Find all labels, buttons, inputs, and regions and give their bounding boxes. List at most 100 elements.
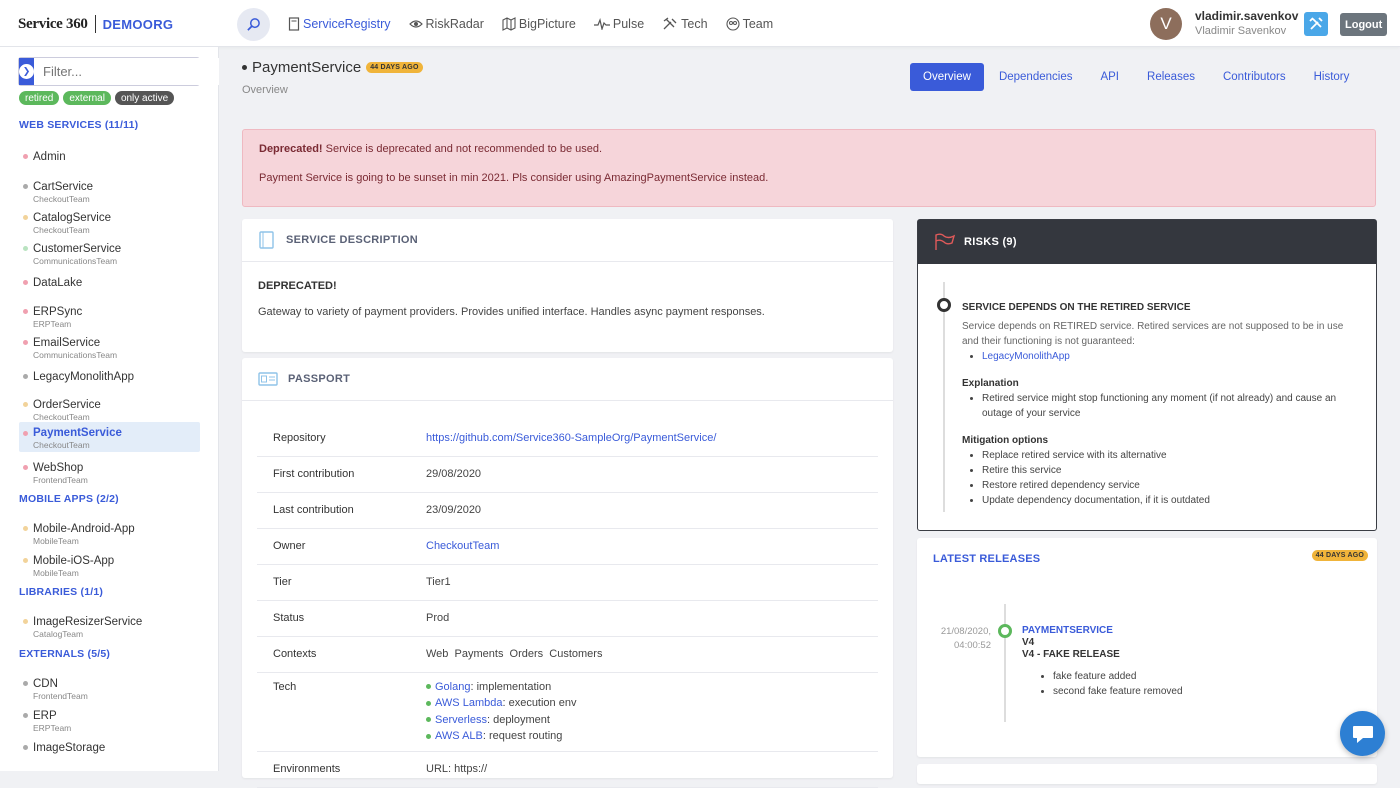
risk-deps: LegacyMonolithApp [962,349,1362,364]
tab-overview[interactable]: Overview [910,63,984,91]
dependency-link[interactable]: LegacyMonolithApp [982,351,1070,362]
sidebar-item-admin[interactable]: Admin [19,148,200,166]
filter-toggle-button[interactable]: ❯ [19,58,34,85]
nav-label: Tech [681,17,708,31]
latest-releases-panel: LATEST RELEASES 44 DAYS AGO 21/08/2020, … [917,538,1377,757]
release-date-day: 21/08/2020, [940,626,991,637]
sidebar-item-imageresizerservice[interactable]: ImageResizerService CatalogTeam [19,613,200,644]
risks-panel: RISKS (9) SERVICE DEPENDS ON THE RETIRED… [917,219,1377,531]
sidebar-section-title[interactable]: EXTERNALS (5/5) [19,648,110,660]
nav-label: ServiceRegistry [303,17,391,31]
description-text: Gateway to variety of payment providers.… [258,306,765,318]
logout-button[interactable]: Logout [1340,13,1388,36]
sidebar-item-mobile-ios-app[interactable]: Mobile-iOS-App MobileTeam [19,552,200,583]
passport-key: Owner [257,528,426,565]
chat-icon [1352,725,1373,743]
status-dot [23,681,28,686]
sidebar-item-emailservice[interactable]: EmailService CommunicationsTeam [19,334,200,365]
status-dot [426,684,431,690]
document-icon [288,17,300,31]
sidebar-item-cartservice[interactable]: CartService CheckoutTeam [19,178,200,209]
nav-serviceregistry[interactable]: ServiceRegistry [288,17,391,31]
nav-team[interactable]: Team [726,17,774,31]
user-menu[interactable]: V vladimir.savenkov Vladimir Savenkov [1150,8,1298,40]
sidebar-item-catalogservice[interactable]: CatalogService CheckoutTeam [19,209,200,240]
logo-divider [94,15,96,33]
sidebar-item-team: CatalogTeam [33,629,84,639]
status-dot [23,745,28,750]
passport-row: Environments URL: https:// [257,751,878,788]
sidebar-item-erpsync[interactable]: ERPSync ERPTeam [19,303,200,334]
sidebar-item-label: ImageResizerService [33,616,143,628]
nav-bigpicture[interactable]: BigPicture [502,17,576,31]
pulse-icon [593,18,610,30]
release-date-time: 04:00:52 [954,640,991,651]
sidebar-item-team: FrontendTeam [33,475,88,485]
tab-history[interactable]: History [1301,63,1363,91]
sidebar-item-mobile-android-app[interactable]: Mobile-Android-App MobileTeam [19,520,200,551]
release-name: V4 - FAKE RELEASE [1022,649,1120,660]
nav-label: Team [742,17,774,31]
status-dot [426,700,431,706]
passport-link[interactable]: CheckoutTeam [426,540,499,552]
nav-riskradar[interactable]: RiskRadar [408,17,484,31]
sidebar-item-datalake[interactable]: DataLake [19,274,200,292]
nav-pulse[interactable]: Pulse [593,17,644,31]
nav-label: BigPicture [518,17,576,31]
tech-link[interactable]: Golang [435,679,470,696]
sidebar-item-paymentservice[interactable]: PaymentService CheckoutTeam [19,422,200,452]
sidebar-item-team: CheckoutTeam [33,440,90,450]
sidebar-item-webshop[interactable]: WebShop FrontendTeam [19,459,200,490]
sidebar-section-title[interactable]: WEB SERVICES (11/11) [19,119,138,131]
sidebar-item-label: ImageStorage [33,742,106,754]
search-button[interactable] [237,8,270,41]
sidebar-item-team: CommunicationsTeam [33,256,118,266]
sidebar-item-team: MobileTeam [33,568,79,578]
passport-key: Status [257,600,426,637]
panel-header: PASSPORT [242,358,893,401]
tech-link[interactable]: AWS Lambda [435,695,502,712]
logo[interactable]: Service 360 DEMOORG [18,12,173,36]
chat-button[interactable] [1340,711,1385,756]
sidebar-item-label: DataLake [33,277,83,289]
tab-dependencies[interactable]: Dependencies [986,63,1086,91]
alert-line-2: Payment Service is going to be sunset in… [259,172,769,184]
sidebar-item-label: CustomerService [33,243,122,255]
chip-retired[interactable]: retired [19,91,60,105]
sidebar-item-legacymonolithapp[interactable]: LegacyMonolithApp [19,368,200,386]
id-card-icon [258,372,278,386]
tab-contributors[interactable]: Contributors [1210,63,1299,91]
org-name: DEMOORG [102,16,174,32]
sidebar-item-label: Mobile-Android-App [33,523,135,535]
sidebar-item-team: ERPTeam [33,319,72,329]
panel-title[interactable]: LATEST RELEASES [933,553,1040,565]
tab-api[interactable]: API [1087,63,1132,91]
avatar[interactable]: V [1150,8,1182,40]
map-icon [502,17,516,31]
tech-link[interactable]: AWS ALB [435,728,483,745]
tab-releases[interactable]: Releases [1134,63,1208,91]
admin-tools-button[interactable] [1304,12,1328,36]
sidebar-section-title[interactable]: LIBRARIES (1/1) [19,586,103,598]
passport-link[interactable]: https://github.com/Service360-SampleOrg/… [426,432,716,444]
sidebar-item-imagestorage[interactable]: ImageStorage [19,739,200,757]
sidebar-item-team: MobileTeam [33,536,79,546]
brand-name: Service 360 [18,15,88,32]
service-tabs: Overview Dependencies API Releases Contr… [910,63,1364,91]
chip-only-active[interactable]: only active [114,91,175,105]
chip-external[interactable]: external [63,91,111,105]
release-service-link[interactable]: PAYMENTSERVICE [1022,625,1113,636]
tech-purpose: : implementation [470,680,552,693]
tech-item: AWS Lambda: execution env [426,695,878,712]
sidebar-item-erp[interactable]: ERP ERPTeam [19,707,200,738]
filter-input[interactable] [34,58,219,85]
tech-link[interactable]: Serverless [435,712,487,729]
sidebar-section-title[interactable]: MOBILE APPS (2/2) [19,493,119,505]
tools-icon [663,17,677,30]
sidebar-item-customerservice[interactable]: CustomerService CommunicationsTeam [19,240,200,271]
nav-tech[interactable]: Tech [662,17,708,31]
panel-header: SERVICE DESCRIPTION [242,219,893,262]
eye-icon [408,20,423,28]
sidebar-item-cdn[interactable]: CDN FrontendTeam [19,675,200,706]
passport-row: Repository https://github.com/Service360-… [257,420,878,457]
